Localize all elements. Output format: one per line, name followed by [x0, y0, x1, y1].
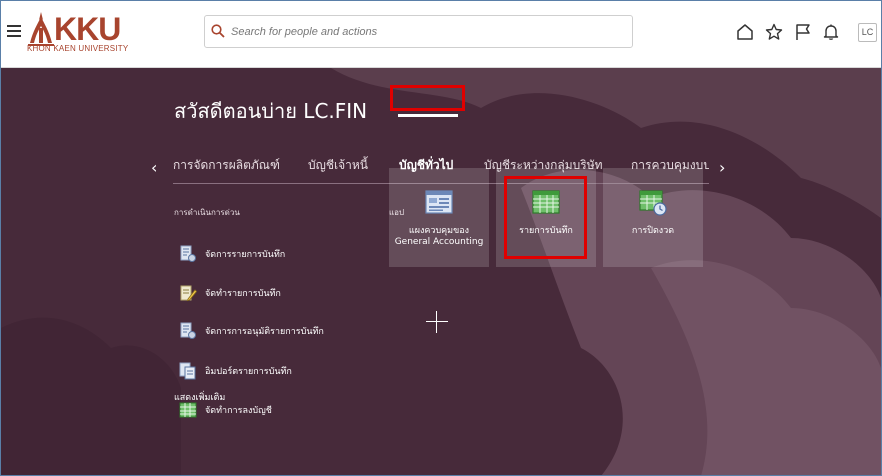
selected-tile-highlight	[504, 176, 587, 259]
search-input[interactable]	[231, 16, 626, 47]
flag-icon[interactable]	[794, 23, 812, 41]
app-frame: KKU KHON KAEN UNIVERSITY LC	[0, 0, 882, 476]
cloud-background-decoration	[1, 68, 881, 475]
journal-import-icon	[179, 362, 196, 380]
tab-product-management[interactable]: การจัดการผลิตภัณฑ์	[173, 156, 280, 175]
show-more-link[interactable]: แสดงเพิ่มเติม	[174, 390, 225, 404]
qa-label: อิมปอร์ตรายการบันทึก	[205, 367, 292, 377]
quick-actions-title: การดำเนินการด่วน	[174, 208, 240, 217]
tile-general-accounting-dashboard[interactable]: แผงควบคุมของ General Accounting	[389, 168, 489, 267]
tile-period-close[interactable]: การปิดงวด	[603, 168, 703, 267]
tab-accounts-payable[interactable]: บัญชีเจ้าหนี้	[308, 156, 368, 175]
qa-import-journals[interactable]: อิมปอร์ตรายการบันทึก	[179, 361, 292, 381]
star-icon[interactable]	[765, 23, 783, 41]
menu-icon[interactable]	[7, 25, 21, 37]
spreadsheet-clock-icon	[639, 190, 667, 216]
active-tab-underline	[398, 114, 458, 117]
qa-label: จัดทำการลงบัญชี	[205, 406, 272, 416]
tile-label: การปิดงวด	[631, 226, 675, 236]
journal-gear-icon	[180, 322, 196, 339]
kku-logo[interactable]: KKU KHON KAEN UNIVERSITY	[27, 11, 129, 54]
qa-label: จัดการรายการบันทึก	[205, 250, 286, 260]
search-box[interactable]	[204, 15, 633, 48]
qa-manage-journal-approvals[interactable]: จัดการการอนุมัติรายการบันทึก	[179, 321, 324, 341]
active-tab-highlight	[390, 85, 465, 111]
dashboard-icon	[425, 190, 453, 214]
chevron-left-icon[interactable]: ‹	[151, 158, 157, 177]
add-icon[interactable]	[426, 311, 448, 333]
chevron-right-icon[interactable]: ›	[719, 158, 725, 177]
home-icon[interactable]	[736, 23, 754, 41]
search-icon	[211, 24, 225, 38]
qa-manage-journals[interactable]: จัดการรายการบันทึก	[179, 244, 285, 264]
logo-subtitle: KHON KAEN UNIVERSITY	[27, 44, 129, 53]
qa-create-journal[interactable]: จัดทำรายการบันทึก	[179, 283, 281, 303]
global-header: KKU KHON KAEN UNIVERSITY LC	[1, 1, 881, 68]
journal-pencil-icon	[180, 285, 197, 302]
qa-label: จัดการการอนุมัติรายการบันทึก	[205, 327, 324, 337]
tile-label: แผงควบคุมของ General Accounting	[394, 226, 484, 247]
bell-icon[interactable]	[822, 23, 840, 41]
springboard: สวัสดีตอนบ่าย LC.FIN ‹ การจัดการผลิตภัณฑ…	[1, 68, 881, 475]
journal-gear-icon	[180, 245, 196, 262]
greeting-title: สวัสดีตอนบ่าย LC.FIN	[174, 99, 368, 123]
logo-text: KKU	[54, 11, 121, 47]
user-avatar[interactable]: LC	[858, 23, 877, 42]
qa-label: จัดทำรายการบันทึก	[205, 289, 281, 299]
logo-emblem-icon	[28, 12, 54, 46]
